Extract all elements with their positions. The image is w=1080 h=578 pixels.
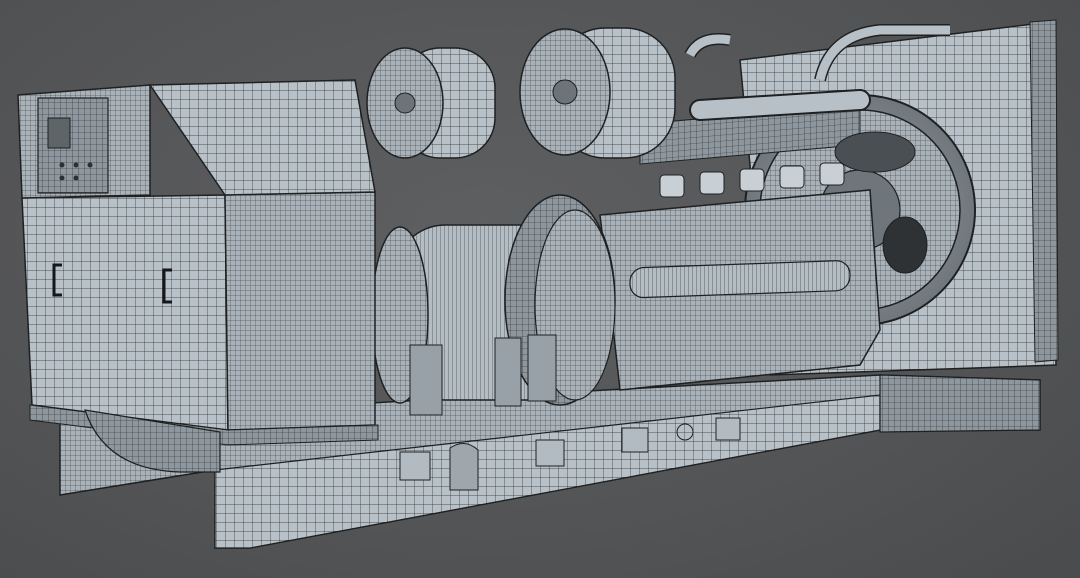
render-viewport [0,0,1080,578]
alternator [371,194,616,416]
control-cabinet [17,79,379,446]
wireframe-render [17,19,1059,549]
air-filters [366,27,676,159]
